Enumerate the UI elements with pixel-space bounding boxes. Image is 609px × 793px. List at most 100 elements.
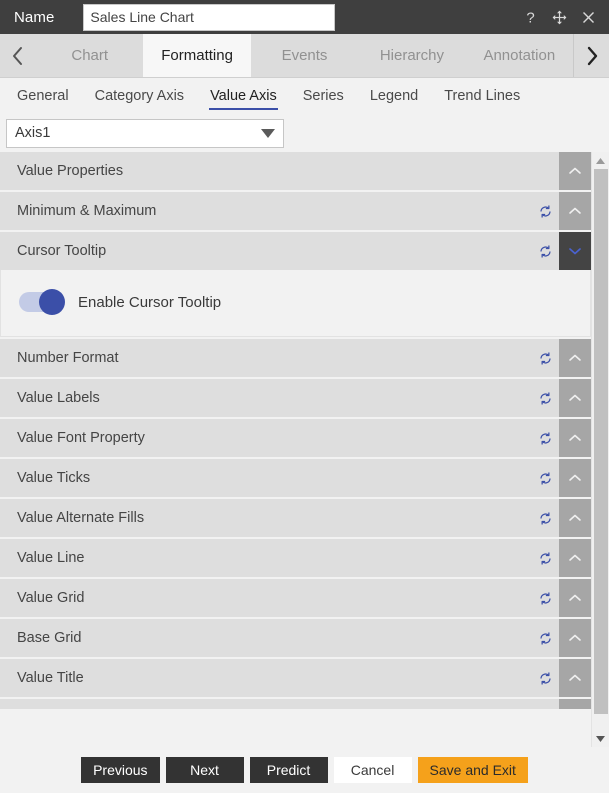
section-header[interactable]: Number Format <box>0 339 591 377</box>
subtab-label: Series <box>302 88 344 104</box>
section-title: Minimum & Maximum <box>17 203 157 219</box>
reset-refresh-icon[interactable] <box>531 619 559 657</box>
tab-label: Formatting <box>161 47 233 64</box>
reset-refresh-icon[interactable] <box>531 699 559 709</box>
chevron-up-icon <box>569 434 581 441</box>
section-header[interactable]: Value Grid <box>0 579 591 617</box>
reset-refresh-icon[interactable] <box>531 232 559 270</box>
subtab-category-axis[interactable]: Category Axis <box>82 78 197 114</box>
chevron-up-icon <box>569 634 581 641</box>
subtab-legend[interactable]: Legend <box>357 78 431 114</box>
subtab-value-axis[interactable]: Value Axis <box>197 78 290 114</box>
chevron-up-icon <box>569 514 581 521</box>
reset-refresh-icon[interactable] <box>531 579 559 617</box>
reset-refresh-icon[interactable] <box>531 419 559 457</box>
section-header[interactable]: Value Properties <box>0 152 591 190</box>
section-collapse-button[interactable] <box>559 659 591 697</box>
save-and-exit-button[interactable]: Save and Exit <box>417 757 528 783</box>
cursor-tooltip-body: Enable Cursor Tooltip <box>0 270 591 337</box>
section-header[interactable]: Value Line <box>0 539 591 577</box>
caret-down-icon <box>261 128 275 138</box>
chart-name-input[interactable] <box>83 3 336 31</box>
section-header[interactable] <box>0 699 591 709</box>
section-title: Value Alternate Fills <box>17 510 145 526</box>
subtab-label: Category Axis <box>94 88 185 104</box>
section-expand-button[interactable] <box>559 232 591 270</box>
section-header[interactable]: Value Labels <box>0 379 591 417</box>
section-collapse-button[interactable] <box>559 339 591 377</box>
subtab-general[interactable]: General <box>4 78 82 114</box>
tab-formatting[interactable]: Formatting <box>143 34 251 77</box>
axis-select[interactable]: Axis1 <box>6 118 284 148</box>
scrollbar-thumb[interactable] <box>593 169 608 714</box>
section-header[interactable]: Minimum & Maximum <box>0 192 591 230</box>
chevron-up-icon <box>569 167 581 174</box>
section-title: Base Grid <box>17 630 82 646</box>
section-collapse-button[interactable] <box>559 619 591 657</box>
subtab-series[interactable]: Series <box>290 78 357 114</box>
chevron-up-icon <box>569 674 581 681</box>
properties-panel: Value Properties Minimum & Maximum Curso… <box>0 152 609 747</box>
close-icon[interactable] <box>579 8 598 27</box>
move-arrows-icon[interactable] <box>550 8 569 27</box>
subtab-label: General <box>17 88 69 104</box>
reset-refresh-icon[interactable] <box>531 539 559 577</box>
section-value-line: Value Line <box>0 539 591 577</box>
enable-cursor-tooltip-row: Enable Cursor Tooltip <box>19 289 590 315</box>
dialog-titlebar: Name ? <box>0 0 609 34</box>
chevron-down-icon <box>569 248 581 255</box>
section-header[interactable]: Cursor Tooltip <box>0 232 591 270</box>
section-header[interactable]: Value Title <box>0 659 591 697</box>
section-header[interactable]: Value Font Property <box>0 419 591 457</box>
section-value-properties: Value Properties <box>0 152 591 190</box>
reset-refresh-icon[interactable] <box>531 192 559 230</box>
reset-refresh-icon[interactable] <box>531 499 559 537</box>
section-collapse-button[interactable] <box>559 539 591 577</box>
reset-refresh-icon[interactable] <box>531 459 559 497</box>
tab-events[interactable]: Events <box>250 34 359 77</box>
reset-refresh-icon[interactable] <box>531 659 559 697</box>
help-icon[interactable]: ? <box>521 8 540 27</box>
subtab-trend-lines[interactable]: Trend Lines <box>431 78 533 114</box>
predict-button[interactable]: Predict <box>249 757 328 783</box>
chevron-right-icon <box>587 46 597 65</box>
section-header[interactable]: Value Alternate Fills <box>0 499 591 537</box>
section-collapse-button[interactable] <box>559 459 591 497</box>
section-minimum-maximum: Minimum & Maximum <box>0 192 591 230</box>
chevron-up-icon <box>569 474 581 481</box>
chevron-up-icon <box>569 354 581 361</box>
next-button[interactable]: Next <box>165 757 244 783</box>
section-header[interactable]: Base Grid <box>0 619 591 657</box>
section-header[interactable]: Value Ticks <box>0 459 591 497</box>
panel-scrollbar[interactable] <box>591 152 609 747</box>
tab-label: Hierarchy <box>379 47 445 64</box>
tabs-scroll-right-button[interactable] <box>573 34 609 77</box>
section-collapse-button[interactable] <box>559 499 591 537</box>
section-collapse-button[interactable] <box>559 379 591 417</box>
tab-chart[interactable]: Chart <box>36 34 144 77</box>
section-collapse-button[interactable] <box>559 579 591 617</box>
reset-refresh-icon[interactable] <box>531 379 559 417</box>
section-collapse-button[interactable] <box>559 152 591 190</box>
previous-button[interactable]: Previous <box>81 757 160 783</box>
section-title: Value Properties <box>17 163 124 179</box>
tab-annotation[interactable]: Annotation <box>465 34 573 77</box>
main-tab-bar: Chart Formatting Events Hierarchy Annota… <box>0 34 609 78</box>
reset-refresh-icon[interactable] <box>531 339 559 377</box>
subtab-label: Value Axis <box>210 88 277 104</box>
section-collapse-button[interactable] <box>559 419 591 457</box>
section-value-grid: Value Grid <box>0 579 591 617</box>
section-title: Value Grid <box>17 590 85 606</box>
section-collapse-button[interactable] <box>559 699 591 709</box>
enable-cursor-tooltip-toggle[interactable] <box>19 289 65 315</box>
section-cursor-tooltip: Cursor Tooltip Enable Cursor Tooltip <box>0 232 591 337</box>
section-collapse-button[interactable] <box>559 192 591 230</box>
scroll-down-arrow-icon[interactable] <box>592 730 609 747</box>
tabs-scroll-left-button[interactable] <box>0 34 36 77</box>
section-value-title: Value Title <box>0 659 591 697</box>
scrollbar-track[interactable] <box>592 169 609 730</box>
section-title: Value Labels <box>17 390 100 406</box>
tab-hierarchy[interactable]: Hierarchy <box>358 34 466 77</box>
cancel-button[interactable]: Cancel <box>333 757 412 783</box>
scroll-up-arrow-icon[interactable] <box>592 152 609 169</box>
